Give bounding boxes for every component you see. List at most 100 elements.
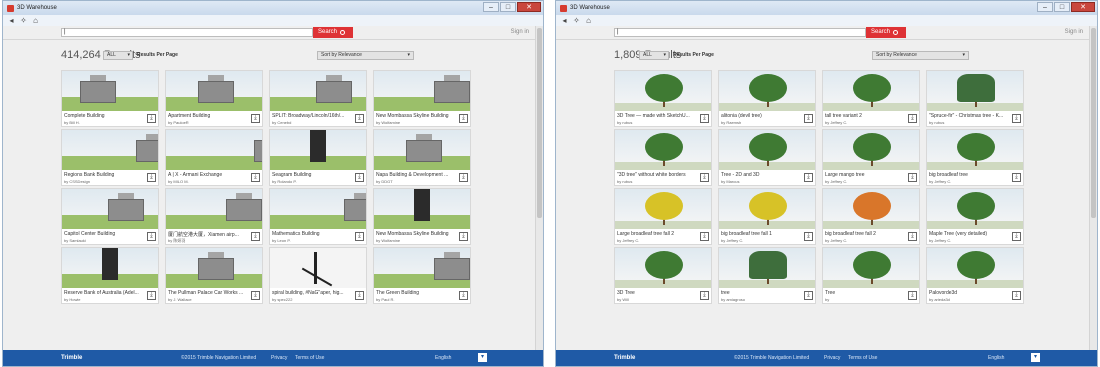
minimize-icon[interactable]: – xyxy=(483,2,499,12)
model-card[interactable]: Tree by ⤓ xyxy=(822,247,920,304)
model-thumbnail[interactable] xyxy=(927,130,1023,170)
model-card[interactable]: Reserve Bank of Australia (Adel... by Ho… xyxy=(61,247,159,304)
download-icon[interactable]: ⤓ xyxy=(700,232,709,241)
download-icon[interactable]: ⤓ xyxy=(147,173,156,182)
sort-select[interactable]: Sort by Relevance xyxy=(317,51,414,60)
model-author[interactable]: by Will xyxy=(617,297,699,302)
download-icon[interactable]: ⤓ xyxy=(804,291,813,300)
model-title[interactable]: tall tree variant 2 xyxy=(825,113,907,119)
model-title[interactable]: big broadleaf tree xyxy=(929,172,1011,178)
model-author[interactable]: by Jeffrey C. xyxy=(929,238,1011,243)
model-author[interactable]: by Jeffrey C. xyxy=(825,179,907,184)
model-title[interactable]: A | X - Armani Exchange xyxy=(168,172,250,178)
model-author[interactable]: by CSSDesign xyxy=(64,179,146,184)
model-thumbnail[interactable] xyxy=(62,189,158,229)
model-card[interactable]: Apartment Building by PauloeR ⤓ xyxy=(165,70,263,127)
model-title[interactable]: Apartment Building xyxy=(168,113,250,119)
download-icon[interactable]: ⤓ xyxy=(700,173,709,182)
model-card[interactable]: spiral building, #NaG"aper, hig... by sp… xyxy=(269,247,367,304)
model-thumbnail[interactable] xyxy=(62,130,158,170)
model-title[interactable]: 厦门航空港大厦，Xiamen airp... xyxy=(168,231,250,238)
model-thumbnail[interactable] xyxy=(374,189,470,229)
trimble-logo[interactable]: Trimble xyxy=(614,355,635,361)
close-icon[interactable]: ✕ xyxy=(517,2,541,12)
model-title[interactable]: Seagram Building xyxy=(272,172,354,178)
download-icon[interactable]: ⤓ xyxy=(147,232,156,241)
download-icon[interactable]: ⤓ xyxy=(908,291,917,300)
model-author[interactable]: by Jeffrey C. xyxy=(617,238,699,243)
model-author[interactable]: by Jeffrey C. xyxy=(825,120,907,125)
model-thumbnail[interactable] xyxy=(615,248,711,288)
model-card[interactable]: alitonia (devil tree) by Raemsh ⤓ xyxy=(718,70,816,127)
model-author[interactable]: by Rolando P. xyxy=(272,179,354,184)
download-icon[interactable]: ⤓ xyxy=(908,173,917,182)
model-thumbnail[interactable] xyxy=(719,189,815,229)
model-thumbnail[interactable] xyxy=(166,130,262,170)
download-icon[interactable]: ⤓ xyxy=(804,114,813,123)
model-card[interactable]: Tree - 2D and 3D by Marcus ⤓ xyxy=(718,129,816,186)
download-icon[interactable]: ⤓ xyxy=(1012,173,1021,182)
back-icon[interactable]: ◂ xyxy=(560,16,569,26)
download-icon[interactable]: ⤓ xyxy=(1012,291,1021,300)
download-icon[interactable]: ⤓ xyxy=(459,114,468,123)
model-author[interactable]: by Howie xyxy=(64,297,146,302)
model-author[interactable]: by MILO M. xyxy=(168,179,250,184)
model-thumbnail[interactable] xyxy=(270,130,366,170)
model-thumbnail[interactable] xyxy=(374,130,470,170)
vertical-scrollbar[interactable] xyxy=(1089,26,1097,350)
model-card[interactable]: Napa Building & Development ... by DDGT … xyxy=(373,129,471,186)
model-title[interactable]: Mathematics Building xyxy=(272,231,354,237)
model-card[interactable]: New Mombassa Skyline Building by Wolfami… xyxy=(373,188,471,245)
model-title[interactable]: Tree - 2D and 3D xyxy=(721,172,803,178)
window-titlebar[interactable]: 3D Warehouse – □ ✕ xyxy=(3,1,543,15)
download-icon[interactable]: ⤓ xyxy=(355,114,364,123)
model-card[interactable]: Capitol Center Building by Samlauki ⤓ xyxy=(61,188,159,245)
model-title[interactable]: Reserve Bank of Australia (Adel... xyxy=(64,290,146,296)
model-title[interactable]: 3D Tree xyxy=(617,290,699,296)
model-thumbnail[interactable] xyxy=(823,130,919,170)
home-icon[interactable]: ⌂ xyxy=(584,16,593,26)
model-title[interactable]: spiral building, #NaG"aper, hig... xyxy=(272,290,354,296)
results-per-page-select[interactable]: ALL xyxy=(639,51,669,60)
model-card[interactable]: The Pullman Palace Car Works ... by J. W… xyxy=(165,247,263,304)
model-title[interactable]: Maple Tree (very detailed) xyxy=(929,231,1011,237)
model-title[interactable]: "Spruce-fir" - Christmas tree - K... xyxy=(929,113,1011,119)
model-author[interactable]: by Jeffrey C. xyxy=(929,179,1011,184)
model-card[interactable]: Mathematics Building by Leon P. ⤓ xyxy=(269,188,367,245)
model-thumbnail[interactable] xyxy=(270,248,366,288)
model-card[interactable]: A | X - Armani Exchange by MILO M. ⤓ xyxy=(165,129,263,186)
model-title[interactable]: New Mombassa Skyline Building xyxy=(376,113,458,119)
model-title[interactable]: big broadleaf tree fall 1 xyxy=(721,231,803,237)
model-card[interactable]: Maple Tree (very detailed) by Jeffrey C.… xyxy=(926,188,1024,245)
model-thumbnail[interactable] xyxy=(615,189,711,229)
minimize-icon[interactable]: – xyxy=(1037,2,1053,12)
model-thumbnail[interactable] xyxy=(270,71,366,111)
download-icon[interactable]: ⤓ xyxy=(251,114,260,123)
download-icon[interactable]: ⤓ xyxy=(908,114,917,123)
results-per-page-select[interactable]: ALL xyxy=(103,51,133,60)
model-title[interactable]: The Pullman Palace Car Works ... xyxy=(168,290,250,296)
model-thumbnail[interactable] xyxy=(823,71,919,111)
sort-select[interactable]: Sort by Relevance xyxy=(872,51,969,60)
model-title[interactable]: SPLIT: Broadway/Lincoln/16th/... xyxy=(272,113,354,119)
model-card[interactable]: big broadleaf tree fall 2 by Jeffrey C. … xyxy=(822,188,920,245)
model-author[interactable]: by arieda3d xyxy=(929,297,1011,302)
model-author[interactable]: by rubus xyxy=(617,120,699,125)
model-title[interactable]: Napa Building & Development ... xyxy=(376,172,458,178)
back-icon[interactable]: ◂ xyxy=(7,16,16,26)
model-title[interactable]: big broadleaf tree fall 2 xyxy=(825,231,907,237)
chevron-down-icon[interactable]: ▾ xyxy=(478,353,487,362)
download-icon[interactable]: ⤓ xyxy=(908,232,917,241)
model-card[interactable]: "3D tree" without white borders by rubus… xyxy=(614,129,712,186)
model-author[interactable]: by Paul R. xyxy=(376,297,458,302)
download-icon[interactable]: ⤓ xyxy=(147,114,156,123)
model-author[interactable]: by Cenebd xyxy=(272,120,354,125)
window-titlebar[interactable]: 3D Warehouse – □ ✕ xyxy=(556,1,1097,15)
model-thumbnail[interactable] xyxy=(62,71,158,111)
model-author[interactable]: by PauloeR xyxy=(168,120,250,125)
model-author[interactable]: by rubus xyxy=(929,120,1011,125)
terms-link[interactable]: Terms of Use xyxy=(295,355,324,361)
model-author[interactable]: by Jeffrey C. xyxy=(721,238,803,243)
model-thumbnail[interactable] xyxy=(927,189,1023,229)
model-title[interactable]: Large broadleaf tree fall 2 xyxy=(617,231,699,237)
